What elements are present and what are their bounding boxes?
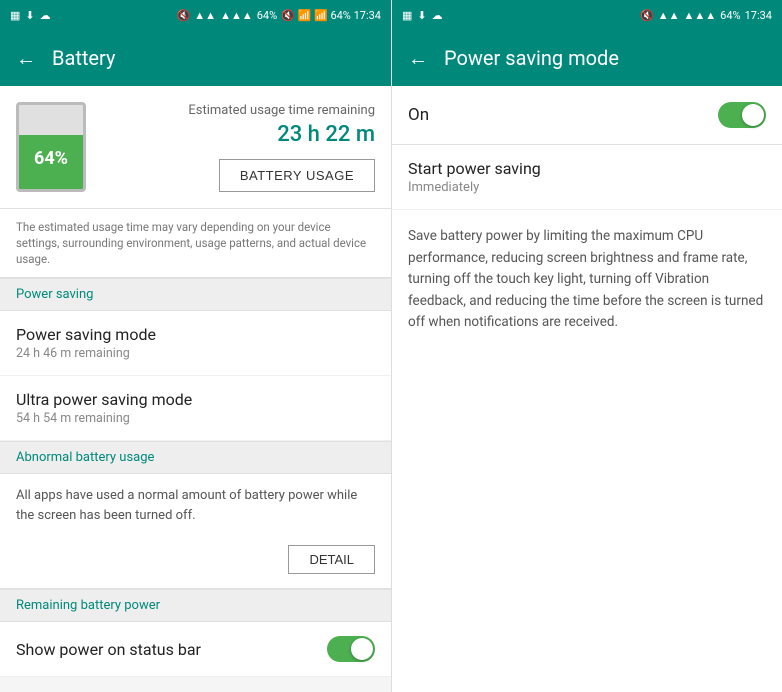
show-power-toggle[interactable] — [327, 636, 375, 662]
power-on-row: On — [392, 86, 782, 145]
right-page-title: Power saving mode — [444, 46, 619, 70]
right-status-right: 🔇 ▲▲ ▲▲▲ 64% 17:34 — [640, 9, 772, 22]
right-wifi-icon: ▲▲ — [658, 9, 680, 22]
wifi-icon: ▲▲ — [194, 9, 216, 22]
abnormal-header: Abnormal battery usage — [0, 441, 391, 474]
start-power-section[interactable]: Start power saving Immediately — [392, 145, 782, 210]
left-page-title: Battery — [52, 46, 115, 70]
time-display: 🔇 📶 📶 64% 17:34 — [281, 9, 381, 22]
estimated-label: Estimated usage time remaining — [106, 103, 375, 118]
power-saving-mode-title: Power saving mode — [16, 325, 375, 344]
abnormal-text: All apps have used a normal amount of ba… — [0, 474, 391, 537]
signal-icon: ▲▲▲ — [220, 9, 253, 22]
right-status-bar: ▦ ⬇ ☁ 🔇 ▲▲ ▲▲▲ 64% 17:34 — [392, 0, 782, 30]
mute-icon: 🔇 — [177, 9, 191, 22]
right-content: On Start power saving Immediately Save b… — [392, 86, 782, 692]
battery-note: The estimated usage time may vary depend… — [0, 209, 391, 278]
ultra-power-saving-item[interactable]: Ultra power saving mode 54 h 54 m remain… — [0, 376, 391, 441]
right-signal-icon: ▲▲▲ — [684, 9, 717, 22]
right-status-icons: ▦ ⬇ ☁ — [402, 9, 443, 22]
left-status-icons: ▦ ⬇ ☁ — [10, 9, 51, 22]
power-saving-description: Save battery power by limiting the maxim… — [392, 210, 782, 350]
power-on-label: On — [408, 105, 429, 125]
right-notif-icon-1: ▦ — [402, 9, 412, 22]
battery-usage-button[interactable]: BATTERY USAGE — [219, 159, 375, 192]
ultra-power-saving-title: Ultra power saving mode — [16, 390, 375, 409]
power-saving-header: Power saving — [0, 278, 391, 311]
detail-button[interactable]: DETAIL — [288, 545, 375, 574]
left-status-right: 🔇 ▲▲ ▲▲▲ 64% 🔇 📶 📶 64% 17:34 — [177, 9, 381, 22]
remaining-battery-header: Remaining battery power — [0, 589, 391, 622]
battery-percent-label: 64% — [19, 148, 83, 169]
time-remaining: 23 h 22 m — [106, 122, 375, 147]
power-saving-mode-item[interactable]: Power saving mode 24 h 46 m remaining — [0, 311, 391, 376]
back-button-right[interactable]: ← — [408, 46, 428, 71]
left-status-bar: ▦ ⬇ ☁ 🔇 ▲▲ ▲▲▲ 64% 🔇 📶 📶 64% 17:34 — [0, 0, 391, 30]
right-battery-icon: 64% — [720, 9, 740, 22]
right-notif-icon-3: ☁ — [432, 9, 443, 22]
power-toggle-knob — [742, 104, 764, 126]
power-saving-toggle[interactable] — [718, 102, 766, 128]
notification-icon-1: ▦ — [10, 9, 20, 22]
ultra-power-saving-sub: 54 h 54 m remaining — [16, 411, 375, 426]
back-button-left[interactable]: ← — [16, 46, 36, 71]
right-header: ← Power saving mode — [392, 30, 782, 86]
notification-icon-2: ⬇ — [25, 9, 34, 22]
detail-btn-row: DETAIL — [0, 537, 391, 589]
start-power-title: Start power saving — [408, 159, 766, 178]
left-content: 64% Estimated usage time remaining 23 h … — [0, 86, 391, 692]
right-time-display: 17:34 — [745, 9, 772, 22]
power-saving-mode-sub: 24 h 46 m remaining — [16, 346, 375, 361]
show-power-status-row: Show power on status bar — [0, 622, 391, 677]
right-notif-icon-2: ⬇ — [417, 9, 426, 22]
left-header: ← Battery — [0, 30, 391, 86]
right-mute-icon: 🔇 — [640, 9, 654, 22]
start-power-sub: Immediately — [408, 180, 766, 195]
battery-icon-wrapper: 64% — [16, 102, 86, 192]
battery-visual: 64% — [16, 102, 86, 192]
battery-section: 64% Estimated usage time remaining 23 h … — [0, 86, 391, 209]
right-panel: ▦ ⬇ ☁ 🔇 ▲▲ ▲▲▲ 64% 17:34 ← Power saving … — [391, 0, 782, 692]
toggle-knob — [351, 638, 373, 660]
battery-status-icon: 64% — [257, 9, 277, 22]
battery-info: Estimated usage time remaining 23 h 22 m… — [106, 103, 375, 192]
show-power-label: Show power on status bar — [16, 640, 201, 659]
left-panel: ▦ ⬇ ☁ 🔇 ▲▲ ▲▲▲ 64% 🔇 📶 📶 64% 17:34 ← Bat… — [0, 0, 391, 692]
notification-icon-3: ☁ — [40, 9, 51, 22]
